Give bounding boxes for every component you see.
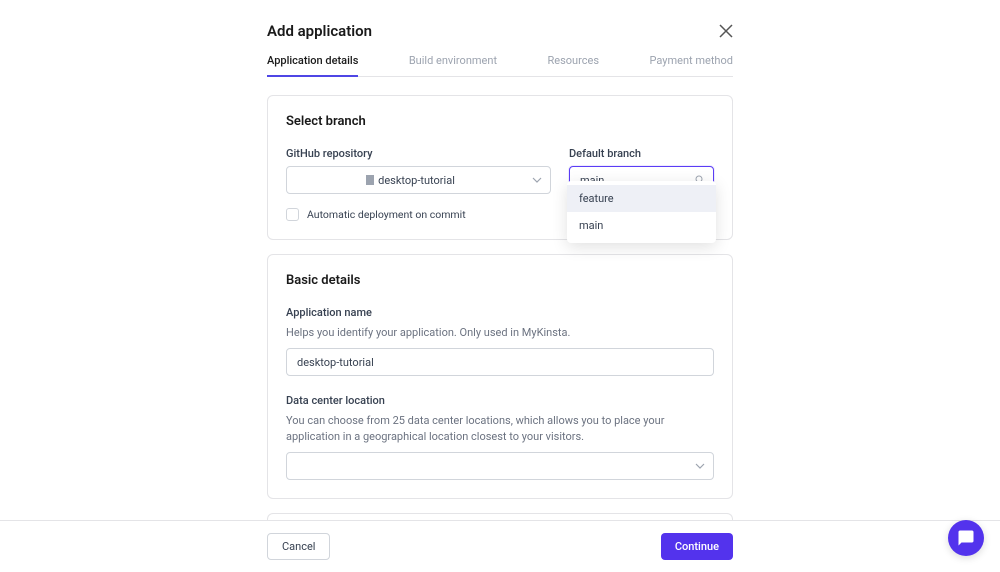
app-name-help: Helps you identify your application. Onl… bbox=[286, 325, 714, 340]
chevron-down-icon bbox=[532, 175, 542, 185]
auto-deploy-checkbox[interactable] bbox=[286, 208, 299, 221]
tab-application-details[interactable]: Application details bbox=[267, 54, 358, 77]
github-repo-select[interactable]: desktop-tutorial bbox=[286, 166, 551, 194]
datacenter-label: Data center location bbox=[286, 394, 714, 407]
basic-details-card: Basic details Application name Helps you… bbox=[267, 254, 733, 499]
select-branch-title: Select branch bbox=[286, 114, 714, 129]
github-repo-label: GitHub repository bbox=[286, 147, 551, 160]
tab-resources[interactable]: Resources bbox=[548, 54, 600, 76]
chat-icon bbox=[957, 529, 975, 547]
chevron-down-icon bbox=[695, 461, 705, 471]
footer: Cancel Continue bbox=[0, 520, 1000, 572]
tab-payment-method[interactable]: Payment method bbox=[649, 54, 732, 76]
auto-deploy-label: Automatic deployment on commit bbox=[307, 208, 466, 221]
tabs: Application details Build environment Re… bbox=[267, 54, 733, 77]
default-branch-label: Default branch bbox=[569, 147, 714, 160]
continue-button[interactable]: Continue bbox=[661, 533, 733, 560]
datacenter-help: You can choose from 25 data center locat… bbox=[286, 413, 714, 444]
close-icon[interactable] bbox=[719, 24, 733, 38]
app-name-input[interactable] bbox=[286, 348, 714, 376]
datacenter-select[interactable] bbox=[286, 452, 714, 480]
basic-details-title: Basic details bbox=[286, 273, 714, 288]
app-name-label: Application name bbox=[286, 306, 714, 319]
cancel-button[interactable]: Cancel bbox=[267, 533, 330, 560]
page-title: Add application bbox=[267, 22, 372, 40]
next-card-peek bbox=[267, 513, 733, 520]
tab-build-environment[interactable]: Build environment bbox=[409, 54, 497, 76]
chat-widget-button[interactable] bbox=[948, 520, 984, 556]
branch-option-main[interactable]: main bbox=[567, 212, 716, 239]
branch-dropdown: feature main bbox=[567, 181, 716, 243]
branch-option-feature[interactable]: feature bbox=[567, 185, 716, 212]
github-repo-value: desktop-tutorial bbox=[378, 174, 455, 187]
repo-icon bbox=[366, 175, 374, 185]
select-branch-card: Select branch GitHub repository desktop-… bbox=[267, 95, 733, 240]
